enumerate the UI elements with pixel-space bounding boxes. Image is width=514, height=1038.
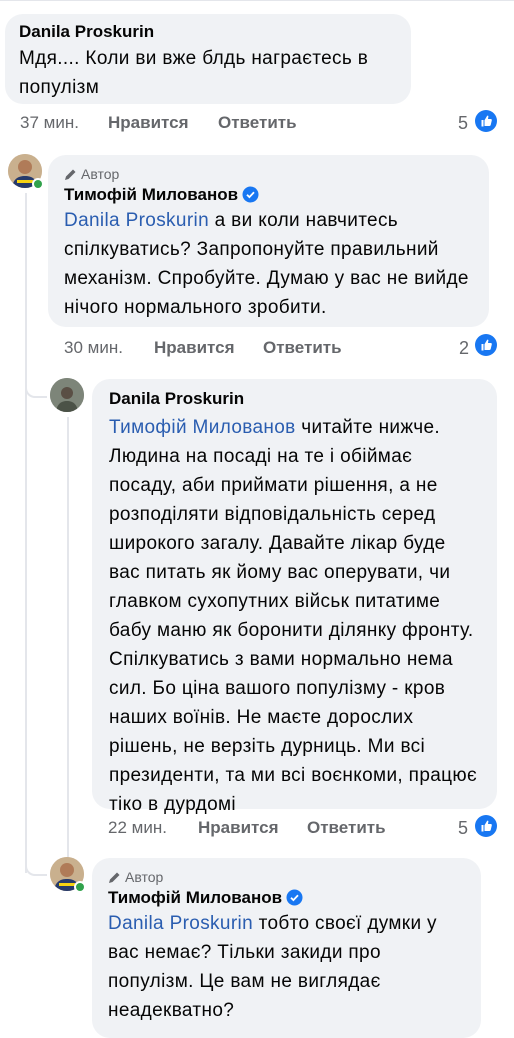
comment-time[interactable]: 22 мин. — [108, 818, 167, 838]
online-status-indicator — [76, 883, 84, 891]
comment-author[interactable]: Тимофій Милованов — [108, 888, 465, 908]
like-button[interactable]: Нравится — [154, 338, 235, 358]
comment-text: Danila Proskurin тобто своєї думки у вас… — [108, 909, 465, 1025]
comment-author[interactable]: Danila Proskurin — [19, 22, 397, 42]
like-count[interactable]: 5 — [458, 113, 468, 134]
like-count[interactable]: 2 — [459, 338, 469, 359]
top-divider — [0, 0, 514, 1]
comment-author[interactable]: Тимофій Милованов — [64, 185, 473, 205]
like-button[interactable]: Нравится — [198, 818, 279, 838]
thread-connector — [25, 380, 47, 398]
author-badge-label: Автор — [81, 166, 120, 182]
like-count[interactable]: 5 — [458, 818, 468, 839]
like-thumb-icon — [475, 815, 497, 837]
comment-bubble: Автор Тимофій Милованов Danila Proskurin… — [48, 155, 489, 327]
verified-badge-icon — [286, 889, 303, 906]
author-name-text[interactable]: Тимофій Милованов — [64, 185, 238, 204]
comment-bubble: Автор Тимофій Милованов Danila Proskurin… — [92, 858, 481, 1038]
pencil-icon — [109, 872, 120, 883]
mention-link[interactable]: Тимофій Милованов — [109, 417, 296, 438]
comment-body: читайте нижче. Людина на посаді на те і … — [109, 417, 478, 815]
comment-text: Тимофій Милованов читайте нижче. Людина … — [109, 413, 480, 819]
comment-author[interactable]: Danila Proskurin — [109, 389, 480, 409]
like-button[interactable]: Нравится — [108, 113, 189, 133]
author-badge: Автор — [108, 869, 465, 885]
mention-link[interactable]: Danila Proskurin — [108, 913, 253, 934]
comment-text: Мдя.... Коли ви вже блдь награєтесь в по… — [19, 48, 369, 98]
comment-text: Danila Proskurin а ви коли навчитесь спі… — [64, 206, 473, 322]
comment-bubble: Danila Proskurin Тимофій Милованов читай… — [92, 379, 497, 815]
author-name-text[interactable]: Тимофій Милованов — [108, 888, 282, 907]
mention-link[interactable]: Danila Proskurin — [64, 210, 209, 231]
avatar[interactable] — [50, 378, 84, 412]
like-thumb-icon — [475, 110, 497, 132]
author-badge-label: Автор — [125, 869, 164, 885]
like-thumb-icon — [475, 334, 497, 356]
reply-button[interactable]: Ответить — [218, 113, 297, 133]
reply-button[interactable]: Ответить — [263, 338, 342, 358]
thread-line — [67, 417, 69, 867]
author-badge: Автор — [64, 166, 473, 182]
verified-badge-icon — [242, 186, 259, 203]
reply-button[interactable]: Ответить — [307, 818, 386, 838]
comment-bubble: Danila Proskurin Мдя.... Коли ви вже блд… — [5, 14, 411, 104]
comment-time[interactable]: 30 мин. — [64, 338, 123, 358]
thread-connector — [25, 858, 47, 876]
thread-line — [25, 193, 27, 873]
online-status-indicator — [34, 180, 42, 188]
pencil-icon — [65, 169, 76, 180]
comment-time[interactable]: 37 мин. — [20, 113, 79, 133]
